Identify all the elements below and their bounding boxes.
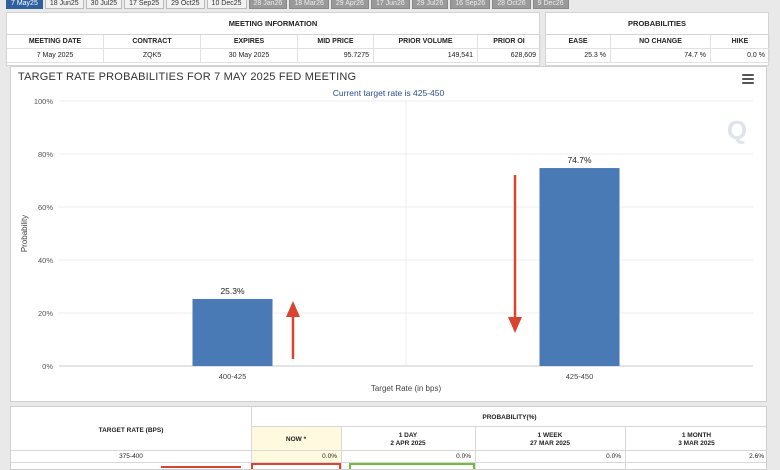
y-axis-label: Probability — [20, 215, 29, 252]
x-axis-label: Target Rate (in bps) — [371, 384, 442, 393]
probability-header: PROBABILITY(%) — [482, 414, 537, 421]
bar-data-label: 25.3% — [220, 286, 245, 296]
probability-value: 25.3 % — [546, 49, 611, 63]
meeting-value: ZQK5 — [104, 49, 201, 63]
tab-meeting-6[interactable]: 28 Jan26 — [248, 0, 288, 9]
probability-history-table: TARGET RATE (BPS) PROBABILITY(%) NOW * 1 DA… — [10, 406, 767, 470]
rate-label: 375-400 — [119, 453, 143, 460]
meeting-information-title: MEETING INFORMATION — [7, 13, 539, 35]
now-highlight-box — [251, 463, 341, 469]
one-day-highlight-box — [349, 463, 475, 469]
tab-meeting-5[interactable]: 10 Dec25 — [206, 0, 247, 9]
meeting-value: 95.7275 — [298, 49, 374, 63]
probabilities-panel: PROBABILITIES EASE NO CHANGE HIKE 25.3 % 74.… — [545, 12, 770, 66]
tab-meeting-0[interactable]: 7 May25 — [6, 0, 43, 9]
probabilities-title: PROBABILITIES — [546, 13, 768, 35]
meeting-information-table: MEETING DATE CONTRACT EXPIRES MID PRICE PRIO… — [7, 35, 541, 63]
meeting-value: 7 May 2025 — [7, 49, 104, 63]
tab-meeting-3[interactable]: 17 Sep25 — [124, 0, 165, 9]
probability-cell: 0.0% — [606, 453, 621, 460]
meeting-date-tabs: 7 May25 18 Jun25 30 Jul25 17 Sep25 29 Oct25 1… — [6, 0, 569, 9]
tab-meeting-11[interactable]: 16 Sep26 — [450, 0, 491, 9]
probability-header: EASE — [546, 35, 611, 49]
y-tick-label: 60% — [38, 203, 53, 212]
bar-425-450 — [539, 168, 620, 366]
tab-meeting-8[interactable]: 29 Apr26 — [330, 0, 369, 9]
meeting-value: 30 May 2025 — [201, 49, 298, 63]
probability-cell: 0.0% — [456, 453, 471, 460]
bar-400-425 — [192, 298, 273, 366]
tab-meeting-9[interactable]: 17 Jun26 — [370, 0, 410, 9]
column-title: 1 WEEK — [537, 432, 563, 439]
meeting-value: 628,609 — [478, 49, 541, 63]
x-tick-label: 400-425 — [219, 372, 247, 381]
down-arrow-icon — [508, 175, 522, 333]
right-arrow-icon — [161, 466, 241, 468]
column-title: 1 DAY — [398, 432, 418, 439]
column-date: 2 APR 2025 — [390, 440, 426, 447]
probabilities-table: EASE NO CHANGE HIKE 25.3 % 74.7 % 0.0 % — [546, 35, 770, 63]
probability-value: 0.0 % — [711, 49, 770, 63]
chart-canvas: Q 0% 20% 40% 60% 80% 100% 25.3% 400-425 74.7% 425-… — [20, 97, 753, 393]
hamburger-menu-icon[interactable] — [742, 74, 754, 84]
probability-header: NO CHANGE — [611, 35, 711, 49]
meeting-header: EXPIRES — [201, 35, 298, 49]
probability-header: HIKE — [711, 35, 770, 49]
probability-cell: 2.6% — [749, 453, 764, 460]
meeting-header: MID PRICE — [298, 35, 374, 49]
y-tick-label: 80% — [38, 150, 53, 159]
column-date: 27 MAR 2025 — [529, 440, 571, 447]
probability-value: 74.7 % — [611, 49, 711, 63]
up-arrow-icon — [286, 301, 300, 359]
meeting-value: 149,541 — [374, 49, 478, 63]
tab-meeting-4[interactable]: 29 Oct25 — [166, 0, 205, 9]
tab-meeting-12[interactable]: 28 Oct26 — [492, 0, 531, 9]
column-date: 3 MAR 2025 — [678, 440, 715, 447]
chart-title: TARGET RATE PROBABILITIES FOR 7 MAY 2025… — [18, 71, 357, 83]
y-tick-label: 0% — [42, 362, 53, 371]
fedwatch-page: 7 May25 18 Jun25 30 Jul25 17 Sep25 29 Oct25 1… — [0, 0, 780, 470]
y-tick-label: 100% — [34, 97, 54, 106]
bar-data-label: 74.7% — [567, 155, 592, 165]
tab-meeting-13[interactable]: 9 Dec26 — [532, 0, 569, 9]
meeting-header: MEETING DATE — [7, 35, 104, 49]
meeting-header: PRIOR VOLUME — [374, 35, 478, 49]
tab-meeting-1[interactable]: 18 Jun25 — [44, 0, 84, 9]
chart-subtitle: Current target rate is 425-450 — [332, 88, 445, 98]
meeting-information-panel: MEETING INFORMATION MEETING DATE CONTRACT… — [6, 12, 541, 66]
target-rate-chart: Q 0% 20% 40% 60% 80% 100% 25.3% 400-425 74.7% 425-… — [10, 66, 767, 402]
meeting-header: CONTRACT — [104, 35, 201, 49]
meeting-header: PRIOR OI — [478, 35, 541, 49]
column-title: NOW * — [285, 436, 307, 443]
target-rate-header: TARGET RATE (BPS) — [98, 427, 164, 434]
column-title: 1 MONTH — [681, 432, 712, 439]
tab-meeting-2[interactable]: 30 Jul25 — [85, 0, 123, 9]
y-tick-label: 40% — [38, 256, 53, 265]
tab-meeting-7[interactable]: 18 Mar26 — [289, 0, 329, 9]
watermark-logo-icon: Q — [727, 115, 747, 145]
y-tick-label: 20% — [38, 309, 53, 318]
x-tick-label: 425-450 — [566, 372, 594, 381]
probability-cell: 0.0% — [322, 453, 337, 460]
tab-meeting-10[interactable]: 29 Jul26 — [411, 0, 449, 9]
table-divider — [11, 450, 766, 451]
